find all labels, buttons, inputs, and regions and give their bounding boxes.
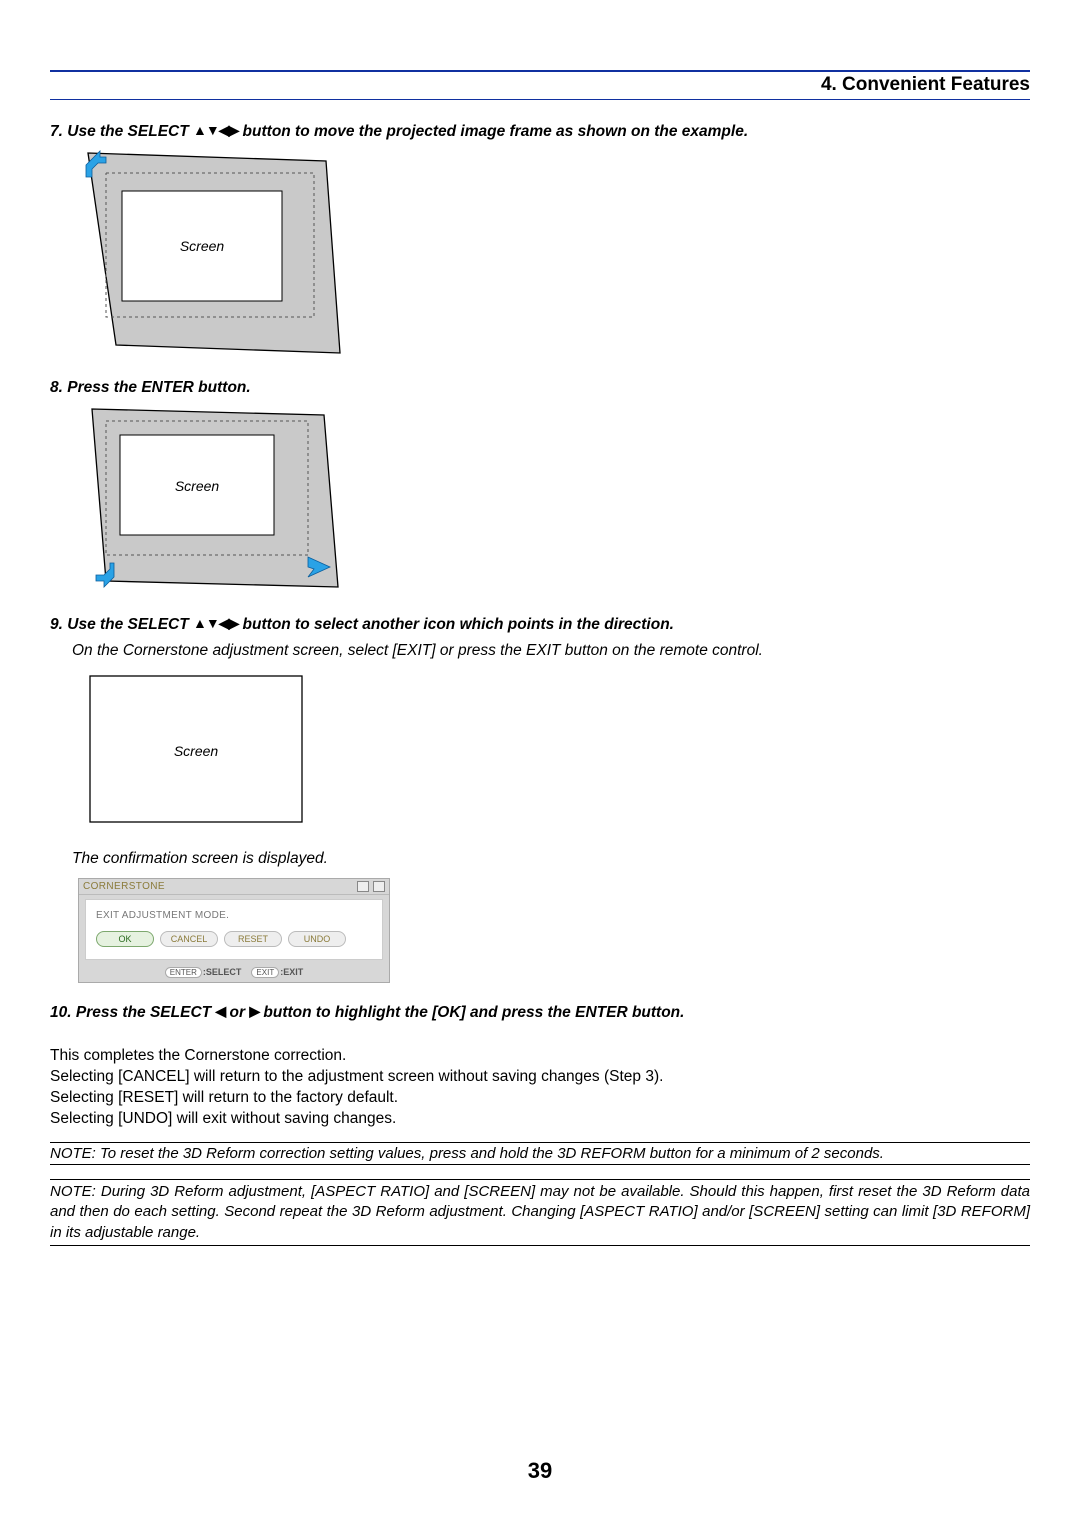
page-number: 39 <box>0 1458 1080 1484</box>
closing-line-3: Selecting [RESET] will return to the fac… <box>50 1089 1030 1107</box>
step-10-mid: or <box>225 1004 249 1021</box>
step-7: 7. Use the SELECT ▲▼◀▶ button to move th… <box>50 122 1030 141</box>
reset-button[interactable]: RESET <box>224 931 282 947</box>
cancel-button[interactable]: CANCEL <box>160 931 218 947</box>
note-1: NOTE: To reset the 3D Reform correction … <box>50 1142 1030 1165</box>
undo-button[interactable]: UNDO <box>288 931 346 947</box>
screen-label-7: Screen <box>180 238 225 254</box>
section-header: 4. Convenient Features <box>50 74 1030 100</box>
step-7-suffix: button to move the projected image frame… <box>238 123 748 140</box>
step-8: 8. Press the ENTER button. <box>50 379 1030 397</box>
closing-line-2: Selecting [CANCEL] will return to the ad… <box>50 1068 1030 1086</box>
step-8-text: Press the ENTER button. <box>67 379 250 396</box>
dialog-footer: ENTER:SELECT EXIT:EXIT <box>79 964 389 982</box>
step-10-suffix: button to highlight the [OK] and press t… <box>259 1004 684 1021</box>
closing-line-4: Selecting [UNDO] will exit without savin… <box>50 1110 1030 1128</box>
right-arrow-icon: ▶ <box>249 1003 259 1019</box>
udlr-arrows-icon-2: ▲▼◀▶ <box>193 615 238 631</box>
exit-pill: EXIT <box>251 967 279 978</box>
ok-button[interactable]: OK <box>96 931 154 947</box>
step-10-num: 10. <box>50 1004 72 1021</box>
screen-label-8: Screen <box>175 478 220 494</box>
step-10: 10. Press the SELECT ◀ or ▶ button to hi… <box>50 1003 1030 1022</box>
step-9: 9. Use the SELECT ▲▼◀▶ button to select … <box>50 615 1030 634</box>
note-2: NOTE: During 3D Reform adjustment, [ASPE… <box>50 1179 1030 1246</box>
diagram-step9: Screen <box>84 670 1030 830</box>
step-9-num: 9. <box>50 616 63 633</box>
dialog-message: EXIT ADJUSTMENT MODE. <box>96 910 372 921</box>
select-label: :SELECT <box>203 967 242 977</box>
enter-pill: ENTER <box>165 967 202 978</box>
screen-label-9: Screen <box>174 743 219 759</box>
step-10-prefix: Press the SELECT <box>76 1004 216 1021</box>
step-7-num: 7. <box>50 123 63 140</box>
step-9-prefix: Use the SELECT <box>67 616 193 633</box>
diagram-step7: Screen <box>84 149 1030 359</box>
step-9-body: On the Cornerstone adjustment screen, se… <box>72 642 1030 660</box>
cornerstone-dialog: CORNERSTONE EXIT ADJUSTMENT MODE. OK CAN… <box>78 878 390 983</box>
left-arrow-icon: ◀ <box>215 1003 225 1019</box>
closing-line-1: This completes the Cornerstone correctio… <box>50 1047 1030 1065</box>
step-8-num: 8. <box>50 379 63 396</box>
step-9-suffix: button to select another icon which poin… <box>238 616 674 633</box>
step-9-caption: The confirmation screen is displayed. <box>72 850 1030 868</box>
diagram-step8: Screen <box>84 405 1030 595</box>
step-7-prefix: Use the SELECT <box>67 123 193 140</box>
udlr-arrows-icon: ▲▼◀▶ <box>193 122 238 138</box>
dialog-title-text: CORNERSTONE <box>83 881 165 892</box>
exit-label: :EXIT <box>280 967 303 977</box>
help-icon[interactable] <box>357 881 369 892</box>
close-icon[interactable] <box>373 881 385 892</box>
